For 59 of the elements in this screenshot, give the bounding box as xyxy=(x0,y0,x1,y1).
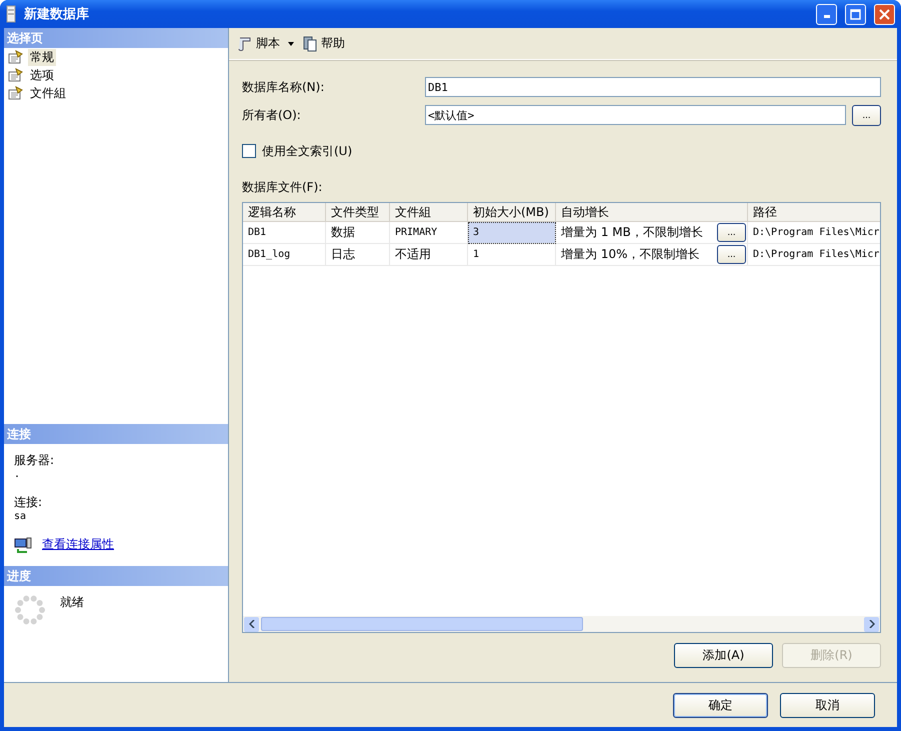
page-icon xyxy=(8,68,24,82)
size-cell[interactable]: 1 xyxy=(468,244,556,266)
table-cell: 数据 xyxy=(326,222,390,244)
column-header[interactable]: 自动增长 xyxy=(556,203,748,222)
table-cell: 日志 xyxy=(326,244,390,266)
sidebar-item[interactable]: 常规 xyxy=(28,48,56,66)
script-button[interactable]: 脚本 xyxy=(235,33,282,54)
maximize-icon xyxy=(850,8,861,20)
dropdown-caret-icon[interactable] xyxy=(288,42,294,46)
table-cell: 不适用 xyxy=(390,244,468,266)
browse-button[interactable]: ... xyxy=(852,104,881,126)
section-header: 选择页 xyxy=(4,28,228,48)
table-cell: DB1_log xyxy=(243,244,326,266)
server-label: 服务器: xyxy=(14,452,56,469)
computer-icon xyxy=(14,536,32,552)
page-icon xyxy=(8,86,24,100)
column-header[interactable]: 逻辑名称 xyxy=(243,203,326,222)
dialog-button[interactable]: 取消 xyxy=(780,692,875,718)
window-title: 新建数据库 xyxy=(24,6,90,23)
field-label: 所有者(O): xyxy=(242,106,302,124)
growth-button[interactable]: ... xyxy=(717,245,746,264)
connection-label: 连接: xyxy=(14,494,44,511)
spinner-icon xyxy=(14,594,46,626)
scroll-icon xyxy=(237,36,253,52)
files-label: 数据库文件(F): xyxy=(242,178,322,196)
horizontal-scrollbar[interactable] xyxy=(243,616,880,632)
dialog-button[interactable]: 确定 xyxy=(673,692,768,718)
owner-field[interactable]: <默认值> xyxy=(425,105,846,125)
section-header: 连接 xyxy=(4,424,228,444)
page-icon xyxy=(8,50,24,64)
column-header[interactable]: 初始大小(MB) xyxy=(468,203,556,222)
connection-properties-link[interactable]: 查看连接属性 xyxy=(42,536,114,553)
field-label: 数据库名称(N): xyxy=(242,78,326,96)
column-header[interactable]: 路径 xyxy=(748,203,880,222)
server-value: . xyxy=(14,469,22,480)
table-cell: PRIMARY xyxy=(390,222,468,244)
table-cell: 增量为 10%，不限制增长 xyxy=(561,246,700,263)
column-header[interactable]: 文件类型 xyxy=(326,203,390,222)
help-button[interactable]: 帮助 xyxy=(300,33,347,54)
checkbox-label: 使用全文索引(U) xyxy=(262,142,352,160)
connection-value: sa xyxy=(14,511,28,522)
name-field[interactable]: DB1 xyxy=(425,77,881,97)
sidebar-item[interactable]: 选项 xyxy=(28,66,56,84)
close-button[interactable] xyxy=(874,4,895,24)
table-cell: 增量为 1 MB，不限制增长 xyxy=(561,224,703,241)
close-icon xyxy=(879,8,890,20)
sidebar-item[interactable]: 文件組 xyxy=(28,84,68,102)
minimize-button[interactable] xyxy=(816,4,837,24)
fulltext-checkbox[interactable] xyxy=(242,144,256,158)
column-header[interactable]: 文件組 xyxy=(390,203,468,222)
database-icon xyxy=(6,5,16,23)
size-cell[interactable]: 3 xyxy=(468,222,556,244)
progress-status: 就绪 xyxy=(60,594,84,611)
maximize-button[interactable] xyxy=(845,4,866,24)
table-action-button[interactable]: 添加(A) xyxy=(674,643,773,668)
growth-button[interactable]: ... xyxy=(717,223,746,242)
document-icon xyxy=(302,36,318,52)
table-cell: DB1 xyxy=(243,222,326,244)
section-header: 进度 xyxy=(4,566,228,586)
